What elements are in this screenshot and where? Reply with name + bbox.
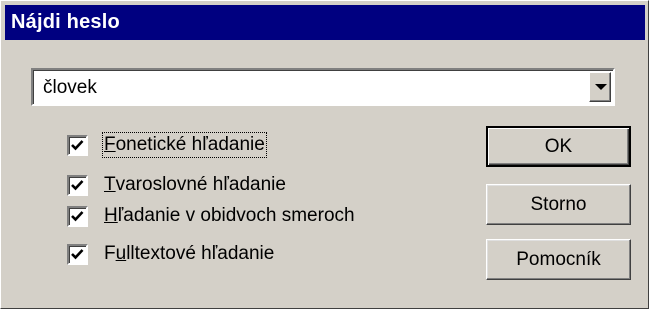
checkmark-icon	[71, 248, 84, 259]
checkbox-morphological-search[interactable]	[67, 174, 88, 196]
help-button[interactable]: Pomocník	[486, 239, 631, 280]
option-label: Fulltextové hľadanie	[104, 243, 275, 264]
dialog-title: Nájdi heslo	[11, 11, 120, 33]
option-label: Tvaroslovné hľadanie	[104, 174, 286, 195]
search-input[interactable]: človek	[43, 77, 97, 99]
checkbox-fulltext-search[interactable]	[67, 243, 88, 265]
option-bidirectional-search[interactable]: Hľadanie v obidvoch smeroch	[67, 203, 355, 229]
option-label: Fonetické hľadanie	[102, 132, 267, 158]
search-combobox[interactable]: človek	[31, 68, 615, 106]
option-label: Hľadanie v obidvoch smeroch	[104, 205, 355, 226]
checkmark-icon	[71, 139, 84, 150]
checkmark-icon	[71, 210, 84, 221]
checkbox-phonetic-search[interactable]	[67, 134, 88, 156]
dropdown-button[interactable]	[589, 72, 611, 102]
option-morphological-search[interactable]: Tvaroslovné hľadanie	[67, 172, 286, 198]
option-fulltext-search[interactable]: Fulltextové hľadanie	[67, 241, 274, 267]
cancel-button[interactable]: Storno	[486, 184, 631, 225]
option-phonetic-search[interactable]: Fonetické hľadanie	[67, 132, 267, 158]
title-bar[interactable]: Nájdi heslo	[5, 5, 645, 40]
checkbox-bidirectional-search[interactable]	[67, 205, 88, 227]
find-entry-dialog: Nájdi heslo človek Fonetické hľadanie Tv…	[0, 0, 649, 309]
checkmark-icon	[71, 179, 84, 190]
ok-button[interactable]: OK	[486, 126, 631, 167]
